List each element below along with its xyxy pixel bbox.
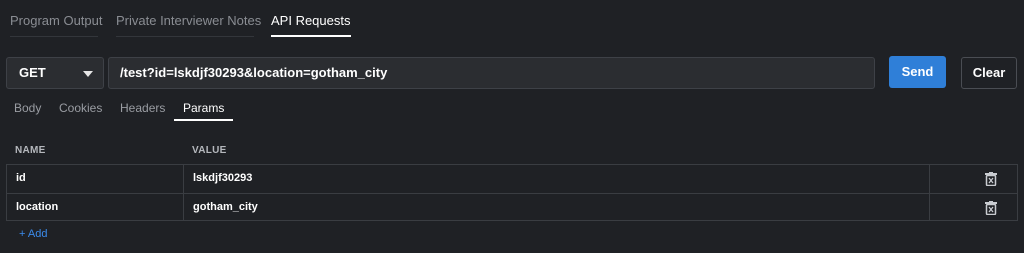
url-input[interactable]: /test?id=lskdjf30293&location=gotham_cit… (108, 57, 875, 89)
tab-divider (10, 36, 98, 37)
table-row: id lskdjf30293 (7, 165, 1017, 193)
tab-private-interviewer-notes[interactable]: Private Interviewer Notes (116, 13, 261, 37)
method-value: GET (19, 65, 46, 80)
trash-icon[interactable] (985, 201, 997, 215)
param-value-cell[interactable]: lskdjf30293 (193, 165, 252, 193)
method-select[interactable]: GET (6, 57, 104, 89)
subtab-params[interactable]: Params (173, 101, 234, 121)
trash-icon[interactable] (985, 172, 997, 186)
param-value-cell[interactable]: gotham_city (193, 194, 258, 221)
caret-down-icon (83, 71, 93, 77)
params-table: id lskdjf30293 location gotham_city (6, 164, 1018, 221)
subtab-cookies[interactable]: Cookies (59, 101, 102, 121)
column-divider (183, 165, 184, 193)
column-divider (929, 165, 930, 193)
send-button[interactable]: Send (889, 56, 946, 88)
column-header-name: NAME (15, 145, 46, 156)
add-param-link[interactable]: + Add (19, 228, 47, 240)
clear-button[interactable]: Clear (961, 57, 1017, 89)
api-requests-panel: Program Output Private Interviewer Notes… (0, 0, 1024, 253)
param-name-cell[interactable]: location (16, 194, 176, 221)
top-tabs: Program Output Private Interviewer Notes… (0, 0, 1024, 38)
param-name-cell[interactable]: id (16, 165, 176, 193)
tab-program-output[interactable]: Program Output (10, 13, 103, 37)
tab-divider (116, 36, 254, 37)
column-divider (929, 194, 930, 221)
column-divider (183, 194, 184, 221)
column-header-value: VALUE (192, 145, 227, 156)
tab-api-requests[interactable]: API Requests (271, 13, 351, 37)
subtab-headers[interactable]: Headers (120, 101, 165, 121)
table-row: location gotham_city (7, 193, 1017, 221)
subtab-body[interactable]: Body (14, 101, 41, 121)
